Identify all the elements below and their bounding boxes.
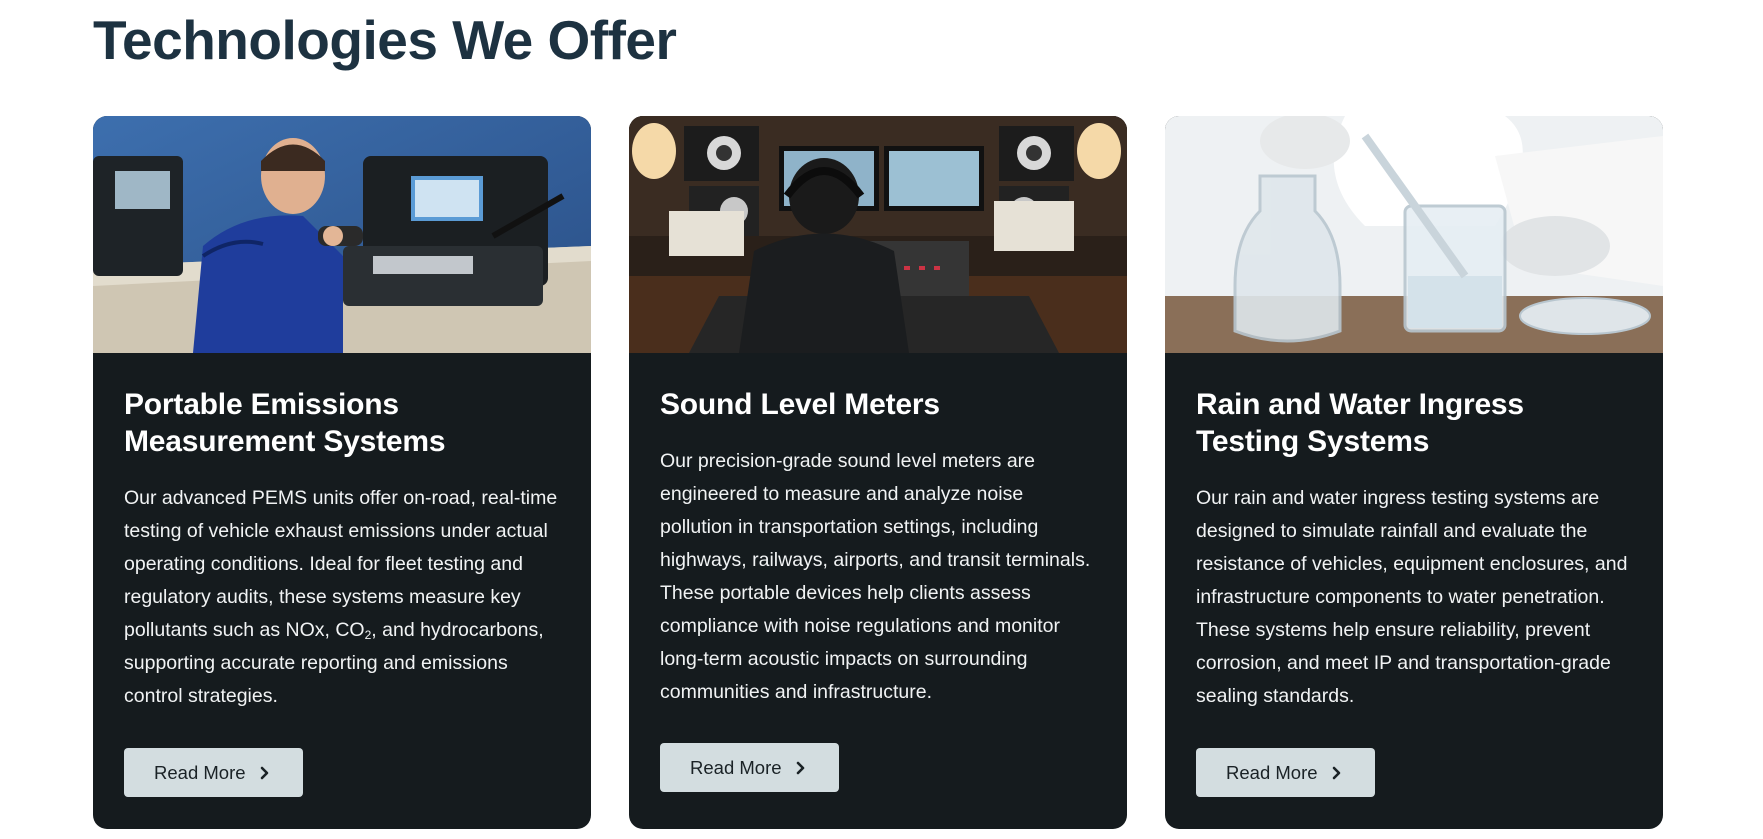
read-more-button-emissions[interactable]: Read More: [124, 748, 303, 797]
read-more-label: Read More: [1226, 761, 1318, 783]
emissions-photo-icon: [93, 116, 591, 353]
card-image-emissions: [93, 116, 591, 353]
card-title-line1: Rain and Water Ingress: [1196, 388, 1524, 421]
read-more-label: Read More: [690, 756, 782, 778]
technologies-section: Technologies We Offer Portable Emissions…: [0, 0, 1763, 839]
read-more-button-rain[interactable]: Read More: [1196, 748, 1375, 797]
card-description: Our advanced PEMS units offer on-road, r…: [124, 482, 565, 713]
card-image-sound: [629, 116, 1127, 353]
card-title: Rain and Water Ingress Testing Systems: [1196, 386, 1637, 460]
read-more-button-sound[interactable]: Read More: [660, 743, 839, 792]
read-more-label: Read More: [154, 761, 246, 783]
card-description: Our rain and water ingress testing syste…: [1196, 487, 1628, 707]
card-body: Portable Emissions Measurement Systems O…: [124, 386, 565, 713]
chevron-right-icon: [1332, 766, 1342, 780]
card-portable-emissions: Portable Emissions Measurement Systems O…: [93, 116, 591, 829]
card-description: Our precision-grade sound level meters a…: [660, 450, 1091, 703]
card-description-part1: Our advanced PEMS units offer on-road, r…: [124, 487, 558, 641]
card-title-line1: Portable Emissions: [124, 388, 399, 421]
card-title-line2: Measurement Systems: [124, 425, 446, 458]
card-rain-water-ingress: Rain and Water Ingress Testing Systems O…: [1165, 116, 1663, 829]
card-body: Rain and Water Ingress Testing Systems O…: [1196, 386, 1637, 713]
studio-photo-icon: [629, 116, 1127, 353]
chevron-right-icon: [260, 766, 270, 780]
card-image-lab: [1165, 116, 1663, 353]
card-title: Portable Emissions Measurement Systems: [124, 386, 565, 460]
card-body: Sound Level Meters Our precision-grade s…: [660, 386, 1101, 709]
chevron-right-icon: [796, 761, 806, 775]
section-title: Technologies We Offer: [93, 9, 677, 71]
card-title-line2: Testing Systems: [1196, 425, 1430, 458]
card-title-line1: Sound Level Meters: [660, 388, 940, 421]
card-title: Sound Level Meters: [660, 386, 1101, 423]
laboratory-photo-icon: [1165, 116, 1663, 353]
card-sound-level-meters: Sound Level Meters Our precision-grade s…: [629, 116, 1127, 829]
